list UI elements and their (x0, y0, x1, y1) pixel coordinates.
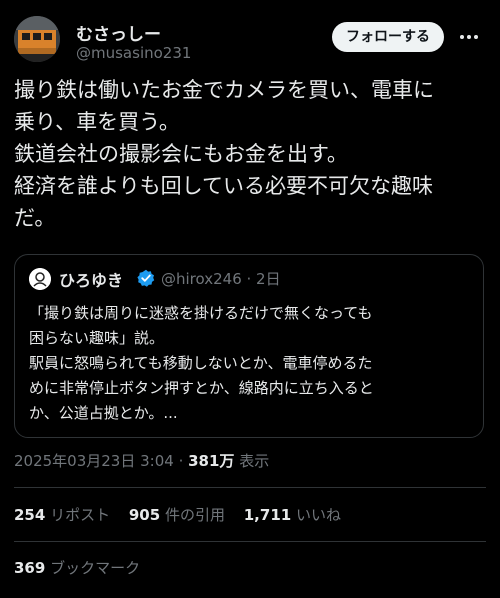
reposts-stat[interactable]: 254 リポスト (14, 506, 110, 524)
author-handle[interactable]: @musasino231 (76, 44, 191, 62)
tweet-header: むさっしー @musasino231 フォローする (14, 16, 486, 64)
quotes-count: 905 (128, 506, 161, 524)
tweet-text: 撮り鉄は働いたお金でカメラを買い、電車に 乗り、車を買う。 鉄道会社の撮影会にも… (14, 78, 434, 230)
bookmarks-label: ブックマーク (45, 559, 141, 577)
tweet-timestamp[interactable]: 2025年03月23日 3:04 · (14, 452, 188, 470)
tweet-stats: 254 リポスト 905 件の引用 1,711 いいね (14, 504, 355, 525)
quoted-tweet-text: 「撮り鉄は周りに迷惑を掛けるだけで無くなっても 困らない趣味」説。 駅員に怒鳴ら… (29, 304, 374, 422)
quoted-author-name: ひろゆき (59, 271, 124, 290)
reposts-count: 254 (14, 506, 46, 524)
verified-badge-icon (137, 269, 155, 287)
bookmarks-count: 369 (14, 559, 46, 577)
likes-stat[interactable]: 1,711 いいね (244, 506, 341, 524)
likes-count: 1,711 (243, 506, 292, 524)
quoted-tweet-header: ひろゆき @hirox246 · 2日 (29, 267, 469, 291)
more-horizontal-icon (460, 35, 478, 39)
bookmarks-stat[interactable]: 369 ブックマーク (14, 557, 140, 578)
quoted-author-avatar (29, 268, 51, 290)
reposts-label: リポスト (45, 506, 111, 524)
follow-button[interactable]: フォローする (332, 22, 444, 52)
views-label: 表示 (234, 452, 270, 470)
likes-label: いいね (291, 506, 341, 524)
tweet-meta: 2025年03月23日 3:04 · 381万 表示 (14, 450, 269, 471)
more-options-button[interactable] (454, 22, 484, 52)
author-name[interactable]: むさっしー (76, 20, 161, 45)
author-avatar[interactable] (14, 16, 60, 62)
views-count: 381万 (188, 452, 235, 470)
divider (14, 541, 486, 542)
quoted-tweet[interactable]: ひろゆき @hirox246 · 2日 「撮り鉄は周りに迷惑を掛けるだけで無くな… (14, 254, 484, 438)
quoted-handle-date: @hirox246 · 2日 (161, 270, 281, 288)
quotes-label: 件の引用 (160, 506, 225, 524)
quotes-stat[interactable]: 905 件の引用 (129, 506, 225, 524)
divider (14, 487, 486, 488)
